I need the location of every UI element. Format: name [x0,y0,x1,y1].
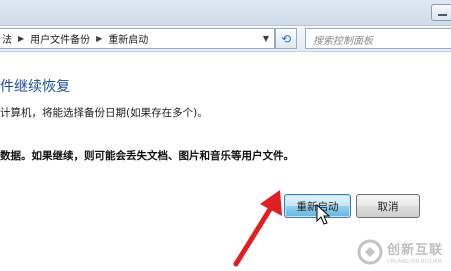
watermark-name: 创新互联 [387,243,444,258]
chevron-down-icon[interactable]: ▼ [258,29,274,48]
watermark-logo [357,239,383,265]
red-arrow-annotation [233,190,282,267]
description-text: 计算机，将能选择备份日期(如果存在多个)。 [0,107,208,119]
breadcrumb-item-root[interactable]: 法 [0,31,14,46]
window-titlebar [0,0,451,26]
refresh-icon: ⟲ [280,31,292,46]
mouse-pointer-icon [316,204,331,225]
warning-text: 数据。如果继续，则可能会丢失文档、图片和音乐等用户文件。 [0,150,294,162]
watermark: 创新互联 CHUANG XIN HU LIAN [355,233,451,271]
breadcrumb[interactable]: 法 ▶ 用户文件备份 ▶ 重新启动 ▼ [0,28,275,49]
breadcrumb-item-restart[interactable]: 重新启动 [106,31,150,46]
chevron-right-icon[interactable]: ▶ [92,34,106,43]
search-input[interactable]: 搜索控制面板 [305,28,451,49]
chevron-right-icon[interactable]: ▶ [14,34,28,43]
cancel-button[interactable]: 取消 [356,194,420,218]
refresh-button[interactable]: ⟲ [275,28,297,49]
breadcrumb-item-user-file-backup[interactable]: 用户文件备份 [28,31,92,46]
search-placeholder: 搜索控制面板 [313,36,373,47]
page-heading: 件继续恢复 [0,79,70,95]
main-content: 件继续恢复 计算机，将能选择备份日期(如果存在多个)。 数据。如果继续，则可能会… [0,52,451,271]
address-bar-row: 法 ▶ 用户文件备份 ▶ 重新启动 ▼ ⟲ 搜索控制面板 [0,26,451,52]
watermark-tagline: CHUANG XIN HU LIAN [387,259,442,265]
minimize-button[interactable] [431,4,451,21]
